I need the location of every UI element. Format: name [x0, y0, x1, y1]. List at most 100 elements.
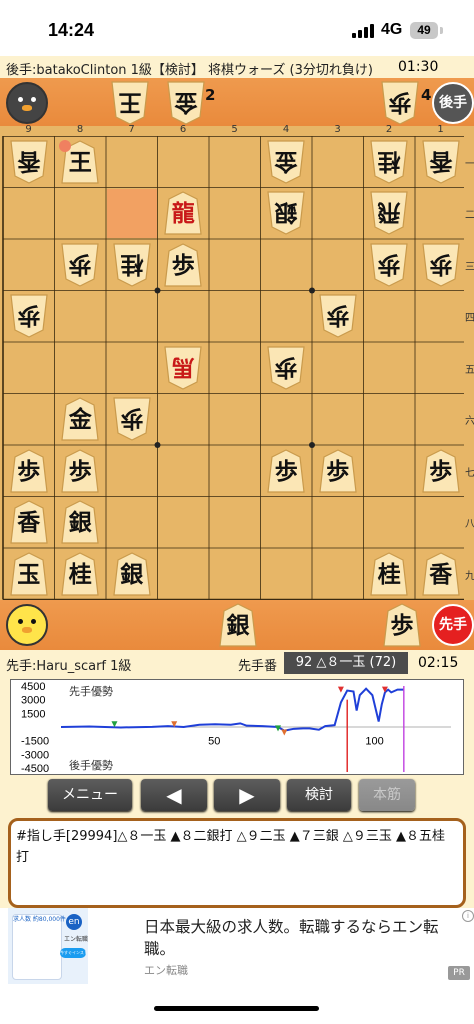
- piece-label: 香: [17, 509, 41, 537]
- piece-label: 桂: [68, 560, 92, 588]
- board-piece-gote[interactable]: 歩: [9, 293, 49, 339]
- ad-pr-badge: PR: [448, 966, 470, 980]
- ad-app-icon: en: [66, 914, 82, 930]
- file-label: 2: [385, 124, 393, 135]
- gote-hand-piece-king[interactable]: 金: [166, 80, 206, 126]
- board-piece-sente[interactable]: 桂: [60, 551, 100, 597]
- board-piece-sente[interactable]: 香: [9, 499, 49, 545]
- graph-y-label: -4500: [21, 763, 49, 775]
- file-label: 6: [179, 124, 187, 135]
- piece-label: 歩: [377, 250, 401, 278]
- rank-label: 五: [465, 364, 474, 376]
- board-piece-sente[interactable]: 歩: [318, 448, 358, 494]
- sente-hand-piece-silver[interactable]: 銀: [218, 602, 258, 648]
- board-piece-sente[interactable]: 香: [421, 551, 461, 597]
- gote-avatar[interactable]: [6, 82, 48, 124]
- piece-label: 歩: [17, 302, 41, 330]
- board-piece-gote[interactable]: 香: [421, 139, 461, 185]
- board-piece-sente[interactable]: 歩: [163, 242, 203, 288]
- graph-marker-icon: [281, 729, 288, 736]
- board-piece-gote[interactable]: 歩: [318, 293, 358, 339]
- piece-label: 歩: [429, 457, 453, 485]
- graph-x-tick: 100: [365, 736, 383, 748]
- board-piece-gote[interactable]: 金: [266, 139, 306, 185]
- board-star-point: [154, 442, 161, 448]
- piece-label: 歩: [120, 405, 144, 433]
- prev-move-button[interactable]: ◀: [141, 779, 207, 811]
- ad-app-name: エン転職: [64, 936, 89, 943]
- file-label: 9: [25, 124, 32, 135]
- network-type: 4G: [381, 21, 403, 38]
- board-piece-sente[interactable]: 銀: [112, 551, 152, 597]
- board-piece-sente[interactable]: 金: [60, 396, 100, 442]
- turn-label: 先手番: [238, 659, 278, 674]
- board-star-point: [154, 287, 161, 294]
- board-piece-sente[interactable]: 玉: [9, 551, 49, 597]
- gote-hand-count-gold: 2: [205, 86, 216, 104]
- sente-hand-piece-pawn[interactable]: 歩: [382, 602, 422, 648]
- piece-label: 金: [274, 147, 298, 175]
- piece-label: 歩: [68, 250, 92, 278]
- board-piece-sente[interactable]: 歩: [9, 448, 49, 494]
- graph-y-label: 1500: [21, 708, 45, 720]
- rank-label: 一: [465, 158, 474, 170]
- graph-y-label: 3000: [21, 695, 45, 707]
- next-move-button[interactable]: ▶: [214, 779, 280, 811]
- rank-label: 八: [465, 519, 474, 531]
- signal-icon: [352, 24, 374, 38]
- board-piece-gote[interactable]: 歩: [266, 345, 306, 391]
- home-indicator: [154, 1006, 319, 1011]
- board-piece-sente[interactable]: 歩: [60, 448, 100, 494]
- gote-hand-piece-gold[interactable]: 王: [110, 80, 150, 126]
- rank-label: 六: [465, 416, 474, 428]
- piece-label: 歩: [274, 457, 298, 485]
- board-piece-gote[interactable]: 香: [9, 139, 49, 185]
- board-piece-gote[interactable]: 歩: [60, 242, 100, 288]
- battery-tip: [440, 27, 443, 34]
- gote-hand-count-pawn: 4: [421, 86, 432, 104]
- board-piece-sente[interactable]: 銀: [60, 499, 100, 545]
- piece-label: 桂: [377, 147, 401, 175]
- status-time: 14:24: [48, 20, 95, 40]
- board-piece-gote[interactable]: 桂: [369, 139, 409, 185]
- board-piece-gote[interactable]: 歩: [369, 242, 409, 288]
- sente-clock: 02:15: [418, 655, 459, 671]
- ad-source: エン転職: [144, 964, 188, 977]
- ad-thumbnail[interactable]: 求人数 約80,000件 en エン転職 今すぐインストール: [8, 908, 88, 984]
- ad-install-button[interactable]: 今すぐインストール: [60, 948, 86, 958]
- gote-hand-piece-pawn[interactable]: 歩: [380, 80, 420, 126]
- graph-x-tick: 50: [208, 736, 220, 748]
- board-piece-gote[interactable]: 飛: [369, 190, 409, 236]
- piece-label: 玉: [17, 560, 41, 588]
- piece-label: 香: [429, 560, 453, 588]
- ad-title[interactable]: 日本最大級の求人数。転職するならエン転職。: [144, 916, 464, 960]
- menu-button[interactable]: メニュー: [48, 779, 132, 811]
- board-piece-gote[interactable]: 歩: [421, 242, 461, 288]
- rank-label: 九: [465, 570, 474, 582]
- board-piece-gote[interactable]: 歩: [112, 396, 152, 442]
- piece-label: 香: [17, 147, 41, 175]
- board-piece-sente[interactable]: 歩: [266, 448, 306, 494]
- board-piece-gote[interactable]: 桂: [112, 242, 152, 288]
- piece-label: 歩: [326, 302, 350, 330]
- graph-y-label: -1500: [21, 736, 49, 748]
- piece-label: 馬: [171, 353, 195, 381]
- analyze-button[interactable]: 検討: [287, 779, 351, 811]
- file-label: 1: [437, 124, 444, 135]
- graph-y-label: -3000: [21, 749, 49, 761]
- piece-label: 桂: [377, 560, 401, 588]
- evaluation-graph[interactable]: 4500 30001500 -1500-3000 -4500 50 100 先手優勢後手優勢: [10, 679, 464, 775]
- ad-info-icon[interactable]: i: [462, 910, 474, 922]
- gote-clock: 01:30: [398, 59, 439, 75]
- piece-label: 銀: [68, 509, 92, 537]
- gote-badge: 後手: [432, 82, 474, 124]
- ad-thumb-text: 求人数 約80,000件: [13, 916, 66, 923]
- board-piece-sente[interactable]: 歩: [421, 448, 461, 494]
- board-piece-sente[interactable]: 龍: [163, 190, 203, 236]
- piece-label: 飛: [377, 199, 401, 227]
- board-piece-gote[interactable]: 馬: [163, 345, 203, 391]
- board-piece-gote[interactable]: 銀: [266, 190, 306, 236]
- board-piece-sente[interactable]: 桂: [369, 551, 409, 597]
- file-label: 3: [334, 124, 341, 135]
- sente-avatar[interactable]: [6, 604, 48, 646]
